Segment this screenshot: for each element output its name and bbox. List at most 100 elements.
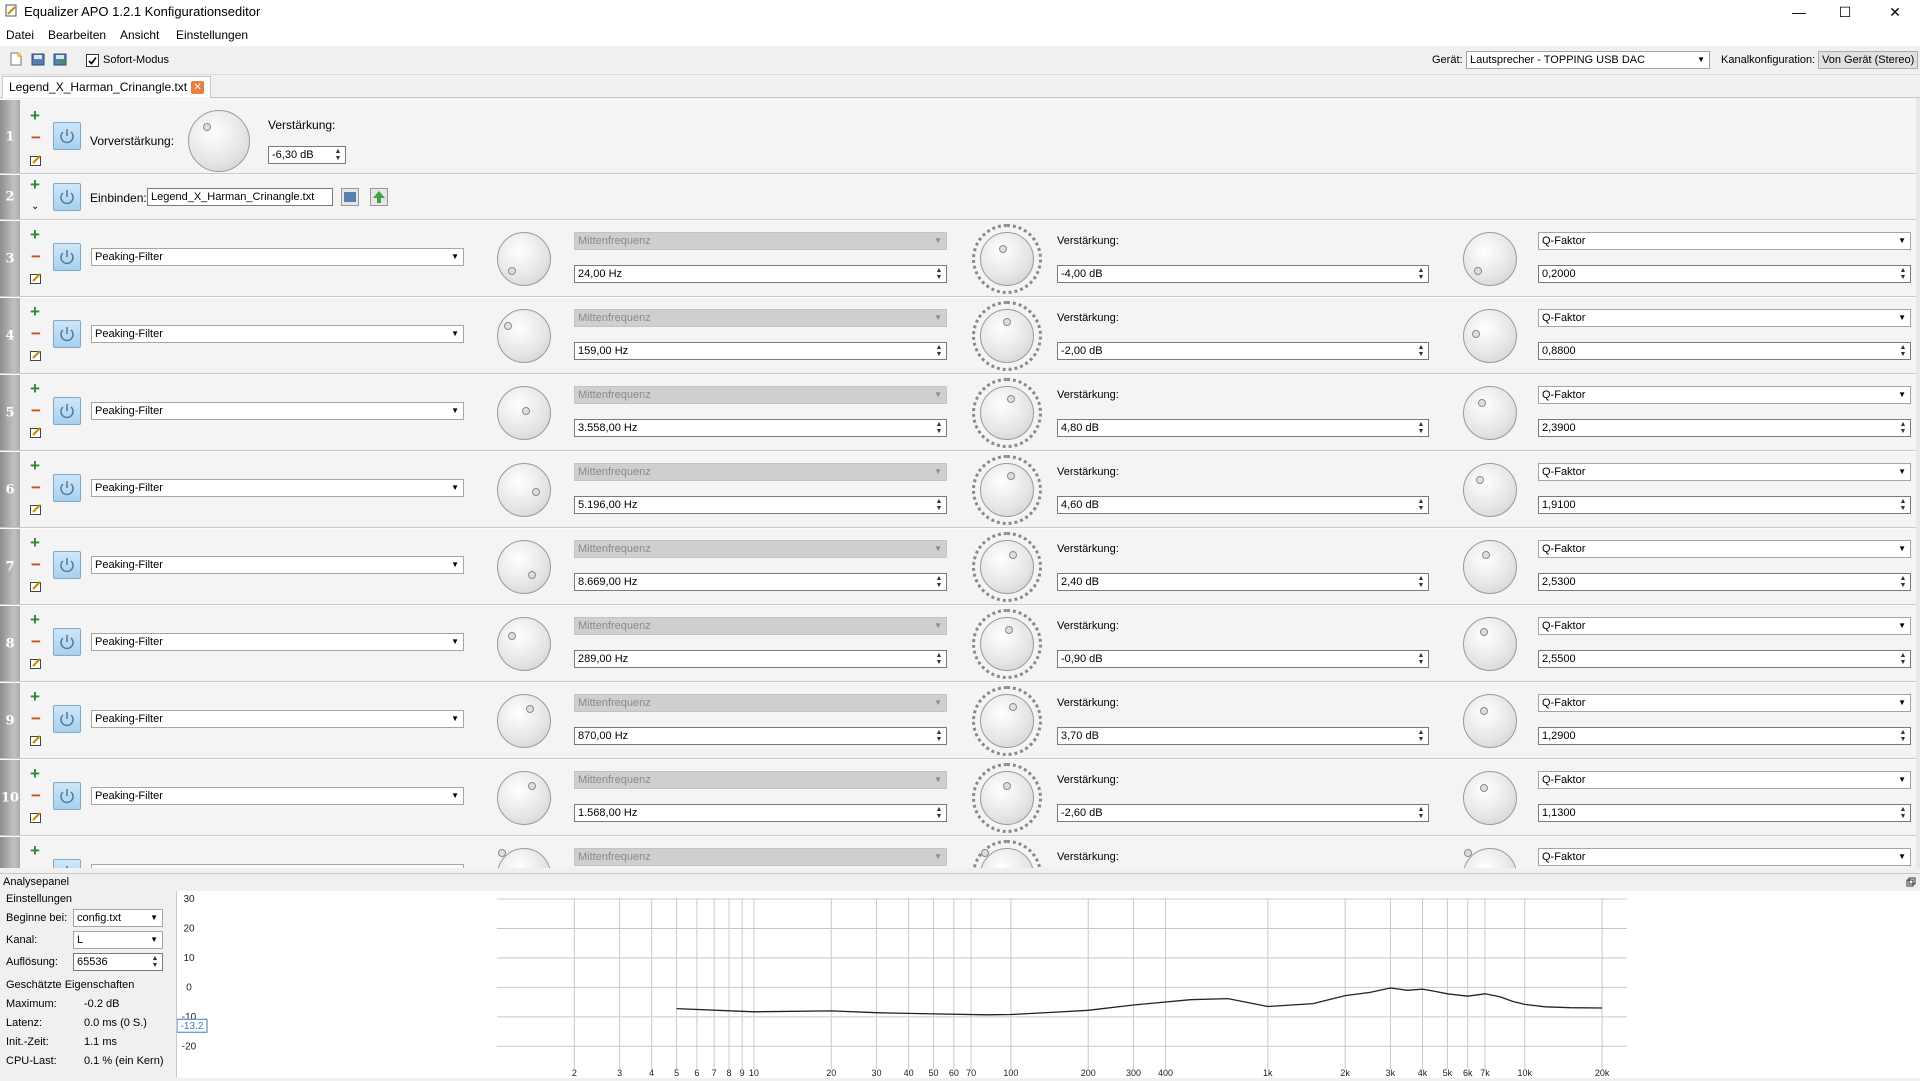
spin-arrows-icon[interactable]: ▲ ▼ — [933, 267, 945, 281]
spin-arrows-icon[interactable]: ▲ ▼ — [1415, 267, 1427, 281]
gain-knob[interactable] — [980, 694, 1034, 748]
edit-icon[interactable] — [30, 350, 42, 361]
filter-type-select[interactable]: Peaking-Filter ▼ — [91, 325, 464, 343]
undock-icon[interactable] — [1906, 877, 1916, 887]
gain-input[interactable]: 4,60 dB ▲ ▼ — [1057, 496, 1429, 514]
new-file-icon[interactable] — [9, 52, 23, 66]
open-file-icon[interactable] — [31, 52, 45, 66]
minimize-button[interactable]: — — [1776, 0, 1822, 24]
spin-arrows-icon[interactable]: ▲ ▼ — [1897, 344, 1909, 358]
gain-knob[interactable] — [980, 386, 1034, 440]
filter-type-select[interactable]: Peaking-Filter ▼ — [91, 864, 464, 868]
gain-input[interactable]: -0,90 dB ▲ ▼ — [1057, 650, 1429, 668]
filter-type-select[interactable]: Peaking-Filter ▼ — [91, 556, 464, 574]
preamp-gain-knob[interactable] — [188, 110, 250, 172]
remove-filter-icon[interactable]: − — [31, 633, 41, 650]
spin-arrows-icon[interactable]: ▲ ▼ — [1897, 729, 1909, 743]
remove-filter-icon[interactable]: − — [31, 248, 41, 265]
q-factor-knob[interactable] — [1463, 848, 1517, 868]
spin-arrows-icon[interactable]: ▲ ▼ — [1415, 421, 1427, 435]
q-factor-input[interactable]: 1,1300 ▲ ▼ — [1538, 804, 1911, 822]
spin-arrows-icon[interactable]: ▲ ▼ — [933, 729, 945, 743]
open-include-icon[interactable] — [370, 188, 388, 206]
power-toggle[interactable] — [53, 859, 81, 868]
instant-mode-checkbox[interactable] — [86, 54, 99, 67]
power-toggle[interactable] — [53, 397, 81, 425]
frequency-knob[interactable] — [497, 848, 551, 868]
remove-filter-icon[interactable]: − — [31, 479, 41, 496]
frequency-input[interactable]: 24,00 Hz ▲ ▼ — [574, 265, 947, 283]
spin-arrows-icon[interactable]: ▲ ▼ — [1415, 344, 1427, 358]
add-filter-icon[interactable]: + — [30, 611, 40, 628]
power-toggle[interactable] — [53, 705, 81, 733]
add-filter-icon[interactable]: + — [30, 765, 40, 782]
frequency-input[interactable]: 8.669,00 Hz ▲ ▼ — [574, 573, 947, 591]
frequency-knob[interactable] — [497, 771, 551, 825]
q-factor-knob[interactable] — [1463, 694, 1517, 748]
edit-icon[interactable] — [30, 735, 42, 746]
preamp-gain-input[interactable]: -6,30 dB ▲ ▼ — [268, 146, 346, 164]
filter-type-select[interactable]: Peaking-Filter ▼ — [91, 787, 464, 805]
remove-filter-icon[interactable]: − — [31, 710, 41, 727]
edit-icon[interactable] — [30, 504, 42, 515]
channel-config-button[interactable]: Von Gerät (Stereo) — [1818, 51, 1919, 69]
spin-arrows-icon[interactable]: ▲ ▼ — [933, 344, 945, 358]
gain-input[interactable]: 3,70 dB ▲ ▼ — [1057, 727, 1429, 745]
power-toggle[interactable] — [53, 183, 81, 211]
spin-arrows-icon[interactable]: ▲ ▼ — [149, 955, 161, 969]
frequency-knob[interactable] — [497, 386, 551, 440]
spin-arrows-icon[interactable]: ▲ ▼ — [1897, 806, 1909, 820]
edit-icon[interactable] — [30, 427, 42, 438]
spin-arrows-icon[interactable]: ▲ ▼ — [332, 148, 344, 162]
resolution-input[interactable]: 65536 ▲ ▼ — [73, 953, 163, 971]
expand-icon[interactable]: ⌄ — [31, 201, 39, 212]
q-factor-type-select[interactable]: Q-Faktor ▼ — [1538, 540, 1911, 558]
add-filter-icon[interactable]: + — [30, 380, 40, 397]
menu-einstellungen[interactable]: Einstellungen — [176, 28, 248, 42]
frequency-input[interactable]: 159,00 Hz ▲ ▼ — [574, 342, 947, 360]
spin-arrows-icon[interactable]: ▲ ▼ — [933, 421, 945, 435]
save-file-icon[interactable] — [53, 52, 67, 66]
remove-filter-icon[interactable]: − — [31, 787, 41, 804]
q-factor-input[interactable]: 1,2900 ▲ ▼ — [1538, 727, 1911, 745]
power-toggle[interactable] — [53, 628, 81, 656]
spin-arrows-icon[interactable]: ▲ ▼ — [1897, 421, 1909, 435]
gain-knob[interactable] — [980, 540, 1034, 594]
frequency-knob[interactable] — [497, 309, 551, 363]
q-factor-type-select[interactable]: Q-Faktor ▼ — [1538, 617, 1911, 635]
start-select[interactable]: config.txt ▼ — [73, 909, 163, 927]
add-filter-icon[interactable]: + — [30, 226, 40, 243]
power-toggle[interactable] — [53, 320, 81, 348]
include-file-input[interactable]: Legend_X_Harman_Crinangle.txt — [147, 188, 333, 206]
q-factor-type-select[interactable]: Q-Faktor ▼ — [1538, 694, 1911, 712]
filter-type-select[interactable]: Peaking-Filter ▼ — [91, 402, 464, 420]
gain-input[interactable]: -4,00 dB ▲ ▼ — [1057, 265, 1429, 283]
spin-arrows-icon[interactable]: ▲ ▼ — [1415, 498, 1427, 512]
add-filter-icon[interactable]: + — [30, 303, 40, 320]
open-folder-icon[interactable] — [341, 188, 359, 206]
menu-ansicht[interactable]: Ansicht — [120, 28, 159, 42]
edit-icon[interactable] — [30, 658, 42, 669]
add-filter-icon[interactable]: + — [30, 176, 40, 193]
device-select[interactable]: Lautsprecher - TOPPING USB DAC ▼ — [1466, 51, 1710, 69]
gain-knob[interactable] — [980, 617, 1034, 671]
gain-input[interactable]: 2,40 dB ▲ ▼ — [1057, 573, 1429, 591]
q-factor-input[interactable]: 2,3900 ▲ ▼ — [1538, 419, 1911, 437]
close-tab-icon[interactable]: ✕ — [191, 81, 205, 95]
remove-filter-icon[interactable]: − — [31, 402, 41, 419]
frequency-input[interactable]: 3.558,00 Hz ▲ ▼ — [574, 419, 947, 437]
q-factor-knob[interactable] — [1463, 232, 1517, 286]
q-factor-type-select[interactable]: Q-Faktor ▼ — [1538, 386, 1911, 404]
channel-select[interactable]: L ▼ — [73, 931, 163, 949]
frequency-knob[interactable] — [497, 540, 551, 594]
filter-type-select[interactable]: Peaking-Filter ▼ — [91, 479, 464, 497]
filter-type-select[interactable]: Peaking-Filter ▼ — [91, 633, 464, 651]
spin-arrows-icon[interactable]: ▲ ▼ — [933, 498, 945, 512]
gain-input[interactable]: 4,80 dB ▲ ▼ — [1057, 419, 1429, 437]
q-factor-input[interactable]: 0,2000 ▲ ▼ — [1538, 265, 1911, 283]
frequency-knob[interactable] — [497, 617, 551, 671]
spin-arrows-icon[interactable]: ▲ ▼ — [933, 652, 945, 666]
add-filter-icon[interactable]: + — [30, 842, 40, 859]
power-toggle[interactable] — [53, 782, 81, 810]
q-factor-knob[interactable] — [1463, 540, 1517, 594]
